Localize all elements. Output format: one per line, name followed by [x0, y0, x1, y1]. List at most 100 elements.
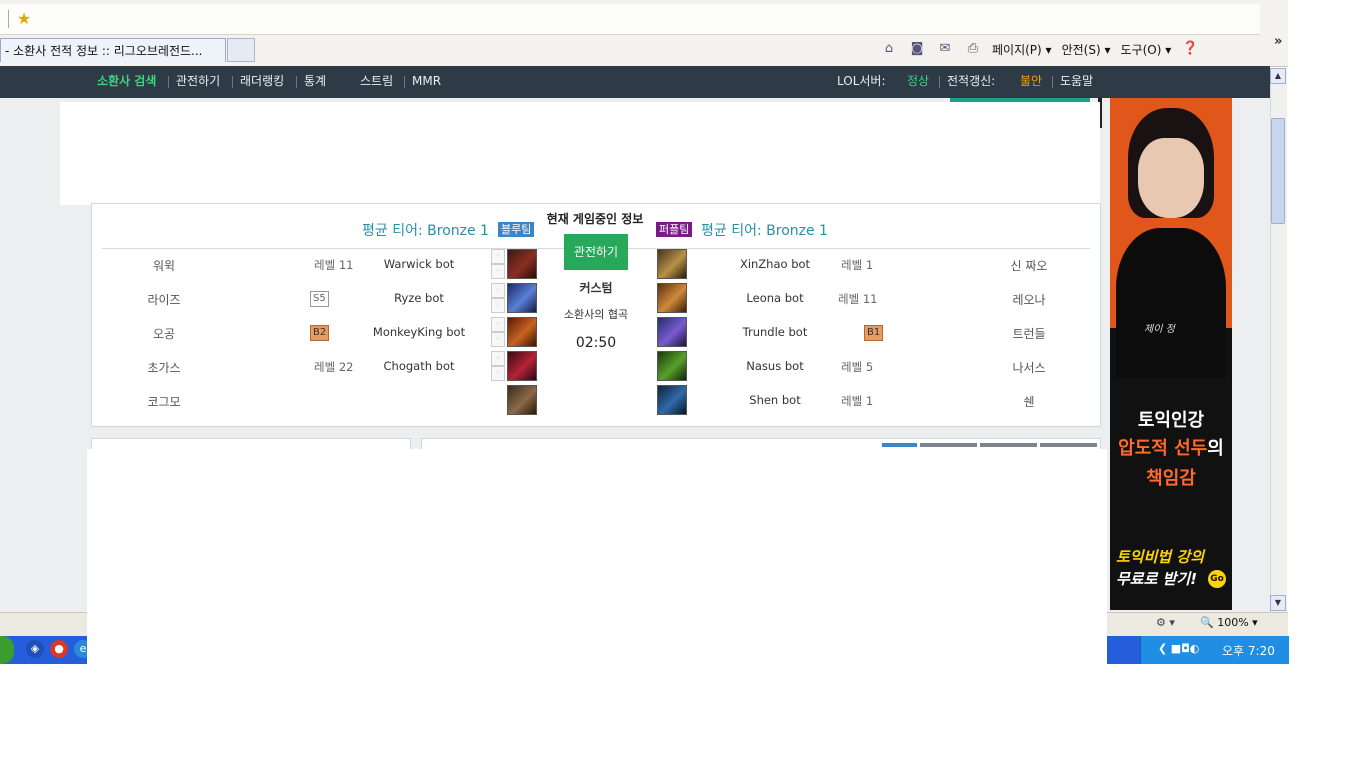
chrome-icon[interactable]: ● — [50, 640, 68, 658]
ryze-portrait-icon — [507, 283, 537, 313]
refresh-label: 전적갱신: — [947, 74, 996, 88]
blue-player-2-champion: Ryze bot — [394, 291, 444, 305]
tools-menu[interactable]: 도구(O) ▾ — [1120, 41, 1171, 58]
purple-player-3-tier: B1 — [864, 324, 884, 341]
zoom-level: 100% — [1217, 616, 1249, 629]
purple-player-1-champion: XinZhao bot — [739, 257, 811, 271]
blue-player-1-champion: Warwick bot — [383, 257, 455, 271]
monkeyking-portrait-icon — [507, 317, 537, 347]
kogmaw-portrait-icon — [507, 385, 537, 415]
lower-tab[interactable] — [920, 443, 977, 447]
purple-player-3-name[interactable]: 트런들 — [964, 325, 1094, 342]
nav-separator — [939, 76, 940, 88]
top-ad-area — [60, 102, 1100, 205]
scroll-thumb[interactable] — [1271, 118, 1285, 224]
scroll-down-button[interactable]: ▼ — [1270, 595, 1286, 611]
mail-icon[interactable]: ✉ — [936, 41, 954, 57]
nav-help[interactable]: 도움말 — [1060, 66, 1093, 98]
current-game-title: 현재 게임중인 정보 — [546, 212, 644, 226]
toolbar-separator — [8, 10, 9, 28]
scroll-up-button[interactable]: ▲ — [1270, 68, 1286, 84]
lower-tab-active[interactable] — [882, 443, 917, 447]
favorites-star-icon[interactable]: ★ — [14, 9, 34, 29]
browser-tab-active[interactable]: - 소환사 전적 정보 :: 리그오브레전드... — [0, 38, 226, 62]
game-mode: 커스텀 — [579, 281, 613, 295]
lower-tab[interactable] — [980, 443, 1037, 447]
nav-stream[interactable]: 스트림 — [360, 66, 393, 98]
nav-stats[interactable]: 통계 — [304, 66, 326, 98]
nav-separator — [1052, 76, 1053, 88]
spell-icon: ◦ — [491, 283, 505, 298]
tray-icons[interactable]: ❮ ■◘◐ — [1158, 642, 1199, 655]
nav-separator — [232, 76, 233, 88]
safety-menu-label: 안전(S) — [1061, 42, 1101, 57]
tools-menu-label: 도구(O) — [1120, 42, 1162, 57]
spell-icon: ◦ — [491, 264, 505, 279]
game-map: 소환사의 협곡 — [563, 308, 629, 321]
spell-icon: ◦ — [491, 332, 505, 347]
purple-player-1-rank: 레벨 1 — [841, 258, 874, 272]
blue-player-2-name[interactable]: 라이즈 — [99, 291, 229, 308]
nasus-portrait-icon — [657, 351, 687, 381]
spell-icon: ◦ — [491, 249, 505, 264]
blue-player-5-name[interactable]: 코그모 — [99, 393, 229, 410]
nav-mmr[interactable]: MMR — [412, 66, 441, 98]
help-icon[interactable]: ❓ — [1181, 41, 1199, 57]
ad-headline-3: 책임감 — [1146, 468, 1196, 489]
purple-player-5-champion: Shen bot — [749, 393, 801, 407]
ad-headline-1: 토익인강 — [1137, 410, 1205, 431]
ad-go-button[interactable]: Go — [1208, 570, 1226, 588]
purple-player-3-champion: Trundle bot — [742, 325, 808, 339]
nav-separator — [296, 76, 297, 88]
ad-person-body — [1116, 228, 1226, 378]
taskbar-clock[interactable]: 오후 7:20 — [1222, 642, 1275, 659]
server-label: LOL서버: — [837, 74, 886, 88]
lower-tab[interactable] — [1040, 443, 1097, 447]
trundle-portrait-icon — [657, 317, 687, 347]
purple-player-1-name[interactable]: 신 짜오 — [964, 257, 1094, 274]
purple-player-5-name[interactable]: 쉔 — [964, 393, 1094, 410]
nav-ladder-ranking[interactable]: 래더랭킹 — [240, 66, 284, 98]
purple-player-4-champion: Nasus bot — [746, 359, 804, 373]
blue-player-1-rank: 레벨 11 — [314, 258, 354, 272]
blue-player-1-name[interactable]: 워윅 — [99, 257, 229, 274]
side-banner-ad[interactable]: 제이 정 토익인강 압도적 선두의 책임감 토익비법 강의 무료로 받기! Go — [1110, 98, 1232, 610]
purple-player-2-champion: Leona bot — [746, 291, 804, 305]
spell-icon: ◦ — [491, 317, 505, 332]
blue-player-3-name[interactable]: 오공 — [99, 325, 229, 342]
security-zone-icon[interactable]: ⚙ ▾ — [1156, 616, 1175, 629]
ad-cta-1: 토익비법 강의 — [1116, 548, 1205, 566]
ad-headline-suffix: 의 — [1207, 438, 1224, 459]
rss-icon[interactable]: ◙ — [908, 41, 926, 57]
nav-separator — [404, 76, 405, 88]
nav-spectate[interactable]: 관전하기 — [176, 66, 220, 98]
spell-icon: ◦ — [491, 351, 505, 366]
warwick-portrait-icon — [507, 249, 537, 279]
purple-player-4-rank: 레벨 5 — [841, 360, 874, 374]
safety-menu[interactable]: 안전(S) ▾ — [1062, 41, 1111, 58]
print-icon[interactable]: ⎙ — [964, 41, 982, 57]
game-timer: 02:50 — [575, 335, 617, 351]
refresh-status: 불안 — [1020, 74, 1043, 88]
new-tab-button[interactable] — [227, 38, 255, 62]
blue-player-3-champion: MonkeyKing bot — [372, 325, 466, 339]
ad-headline-highlight: 압도적 선두 — [1118, 438, 1208, 459]
blue-player-4-rank: 레벨 22 — [314, 360, 354, 374]
page-menu[interactable]: 페이지(P) ▾ — [992, 41, 1052, 58]
blue-player-4-name[interactable]: 초가스 — [99, 359, 229, 376]
zoom-control[interactable]: 🔍 100% ▾ — [1200, 616, 1258, 629]
site-nav: 소환사 검색 관전하기 래더랭킹 통계 스트림 MMR LOL서버: 정상 전적… — [0, 66, 1270, 98]
home-icon[interactable]: ⌂ — [880, 41, 898, 57]
ad-signature: 제이 정 — [1144, 324, 1175, 335]
blue-player-3-tier: B2 — [310, 324, 330, 341]
purple-team-badge: 퍼플팀 — [656, 222, 693, 237]
spectate-button[interactable]: 관전하기 — [564, 234, 628, 270]
purple-player-2-name[interactable]: 레오나 — [964, 291, 1094, 308]
command-bar: ⌂ ◙ ✉ ⎙ 페이지(P) ▾ 안전(S) ▾ 도구(O) ▾ ❓ — [880, 38, 1199, 60]
blank-content-area — [87, 449, 1107, 768]
purple-player-4-name[interactable]: 나서스 — [964, 359, 1094, 376]
more-commands-button[interactable]: » — [1274, 34, 1282, 49]
nav-summoner-search[interactable]: 소환사 검색 — [97, 66, 156, 98]
quicklaunch-icon[interactable]: ◈ — [26, 640, 44, 658]
blue-team-badge: 블루팀 — [498, 222, 535, 237]
